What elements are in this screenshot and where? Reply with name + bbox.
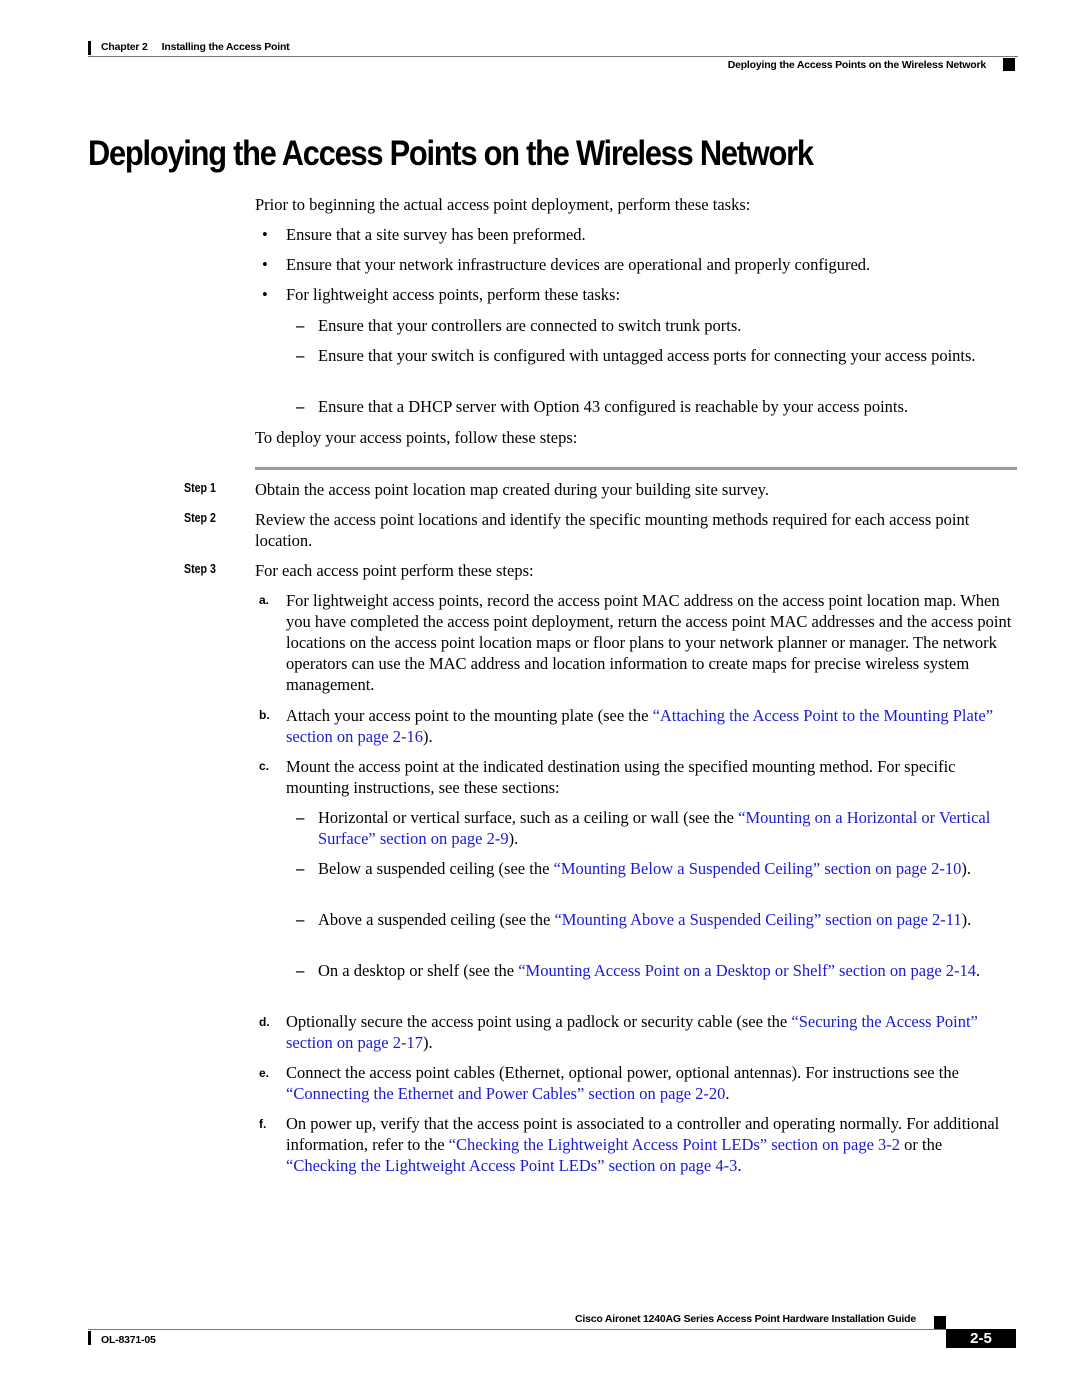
bullet-icon: • (262, 225, 268, 244)
text-segment: Attach your access point to the mounting… (286, 706, 653, 725)
text-segment: Horizontal or vertical surface, such as … (318, 808, 739, 827)
text-segment: Connect the access point cables (Etherne… (286, 1063, 959, 1082)
page-title: Deploying the Access Points on the Wirel… (88, 134, 814, 173)
text-segment: ). (423, 727, 433, 746)
header-chapter: Chapter 2 Installing the Access Point (101, 41, 290, 53)
dash-icon: – (296, 961, 305, 980)
substep-text: For lightweight access points, record th… (286, 591, 1012, 694)
bullet-item: For lightweight access points, perform t… (286, 285, 621, 304)
bullet-item: Ensure that your network infrastructure … (286, 255, 871, 274)
footer-page-number: 2-5 (946, 1329, 1016, 1348)
step-label: Step 1 (184, 481, 216, 495)
step-label: Step 2 (184, 511, 216, 525)
text-segment: ). (961, 910, 972, 929)
substep-label: d. (259, 1015, 270, 1029)
footer-doc-number: OL-8371-05 (101, 1334, 156, 1346)
step-text: Review the access point locations and id… (255, 510, 970, 550)
substep-label: b. (259, 708, 270, 722)
mounting-option: On a desktop or shelf (see the “Mounting… (318, 960, 998, 981)
substep-label: c. (259, 759, 270, 773)
text-segment: ). (508, 829, 519, 848)
chapter-title: Installing the Access Point (161, 41, 290, 53)
mounting-option: Horizontal or vertical surface, such as … (318, 807, 1018, 849)
text-segment: Below a suspended ceiling (see the (318, 859, 554, 878)
text-segment: On a desktop or shelf (see the (318, 961, 519, 980)
dash-icon: – (296, 316, 305, 335)
sub-bullet-item: Ensure that your controllers are connect… (318, 316, 742, 335)
sub-bullet-item: Ensure that your switch is configured wi… (318, 346, 976, 365)
header-bar (88, 41, 91, 55)
dash-icon: – (296, 859, 305, 878)
substep-text: Attach your access point to the mounting… (286, 705, 1016, 747)
footer-rule (88, 1329, 948, 1330)
dash-icon: – (296, 397, 305, 416)
header-rule (88, 56, 1018, 57)
substep-text: Optionally secure the access point using… (286, 1011, 1016, 1053)
step-text: For each access point perform these step… (255, 561, 534, 580)
text-segment: . (725, 1084, 730, 1103)
substep-text: Mount the access point at the indicated … (286, 757, 956, 797)
substep-text: On power up, verify that the access poin… (286, 1113, 1016, 1176)
link-mounting-above-ceiling[interactable]: “Mounting Above a Suspended Ceiling” sec… (554, 910, 961, 929)
dash-icon: – (296, 808, 305, 827)
link-mounting-below-ceiling[interactable]: “Mounting Below a Suspended Ceiling” sec… (554, 859, 962, 878)
step-text: Obtain the access point location map cre… (255, 480, 769, 499)
step-label: Step 3 (184, 562, 216, 576)
footer-guide-title: Cisco Aironet 1240AG Series Access Point… (575, 1313, 916, 1325)
steps-rule (255, 467, 1017, 470)
substep-label: e. (259, 1066, 270, 1080)
mounting-option: Below a suspended ceiling (see the “Moun… (318, 858, 978, 879)
mounting-option: Above a suspended ceiling (see the “Moun… (318, 909, 978, 930)
text-segment: Above a suspended ceiling (see the (318, 910, 555, 929)
text-segment: Optionally secure the access point using… (286, 1012, 792, 1031)
sub-bullet-item: Ensure that a DHCP server with Option 43… (318, 397, 909, 416)
steps-intro: To deploy your access points, follow the… (255, 428, 578, 447)
bullet-icon: • (262, 255, 268, 274)
text-segment: . (737, 1156, 742, 1175)
link-checking-leds-4-3[interactable]: “Checking the Lightweight Access Point L… (286, 1156, 737, 1175)
header-marker-block (1003, 58, 1015, 71)
chapter-number: Chapter 2 (101, 41, 148, 53)
substep-text: Connect the access point cables (Etherne… (286, 1062, 1016, 1104)
dash-icon: – (296, 910, 305, 929)
text-segment: ). (961, 859, 971, 878)
text-segment: . (976, 961, 981, 980)
intro-text: Prior to beginning the actual access poi… (255, 195, 751, 214)
text-segment: or the (900, 1135, 943, 1154)
bullet-icon: • (262, 285, 268, 304)
link-mounting-desktop-shelf[interactable]: “Mounting Access Point on a Desktop or S… (518, 961, 976, 980)
text-segment: ). (423, 1033, 433, 1052)
header-section-title: Deploying the Access Points on the Wirel… (727, 59, 987, 71)
link-checking-leds-3-2[interactable]: “Checking the Lightweight Access Point L… (449, 1135, 900, 1154)
substep-label: f. (259, 1117, 267, 1131)
footer-marker-block (934, 1316, 946, 1330)
substep-label: a. (259, 593, 270, 607)
dash-icon: – (296, 346, 305, 365)
footer-bar (88, 1331, 91, 1345)
link-connecting-cables[interactable]: “Connecting the Ethernet and Power Cable… (286, 1084, 725, 1103)
bullet-item: Ensure that a site survey has been prefo… (286, 225, 586, 244)
